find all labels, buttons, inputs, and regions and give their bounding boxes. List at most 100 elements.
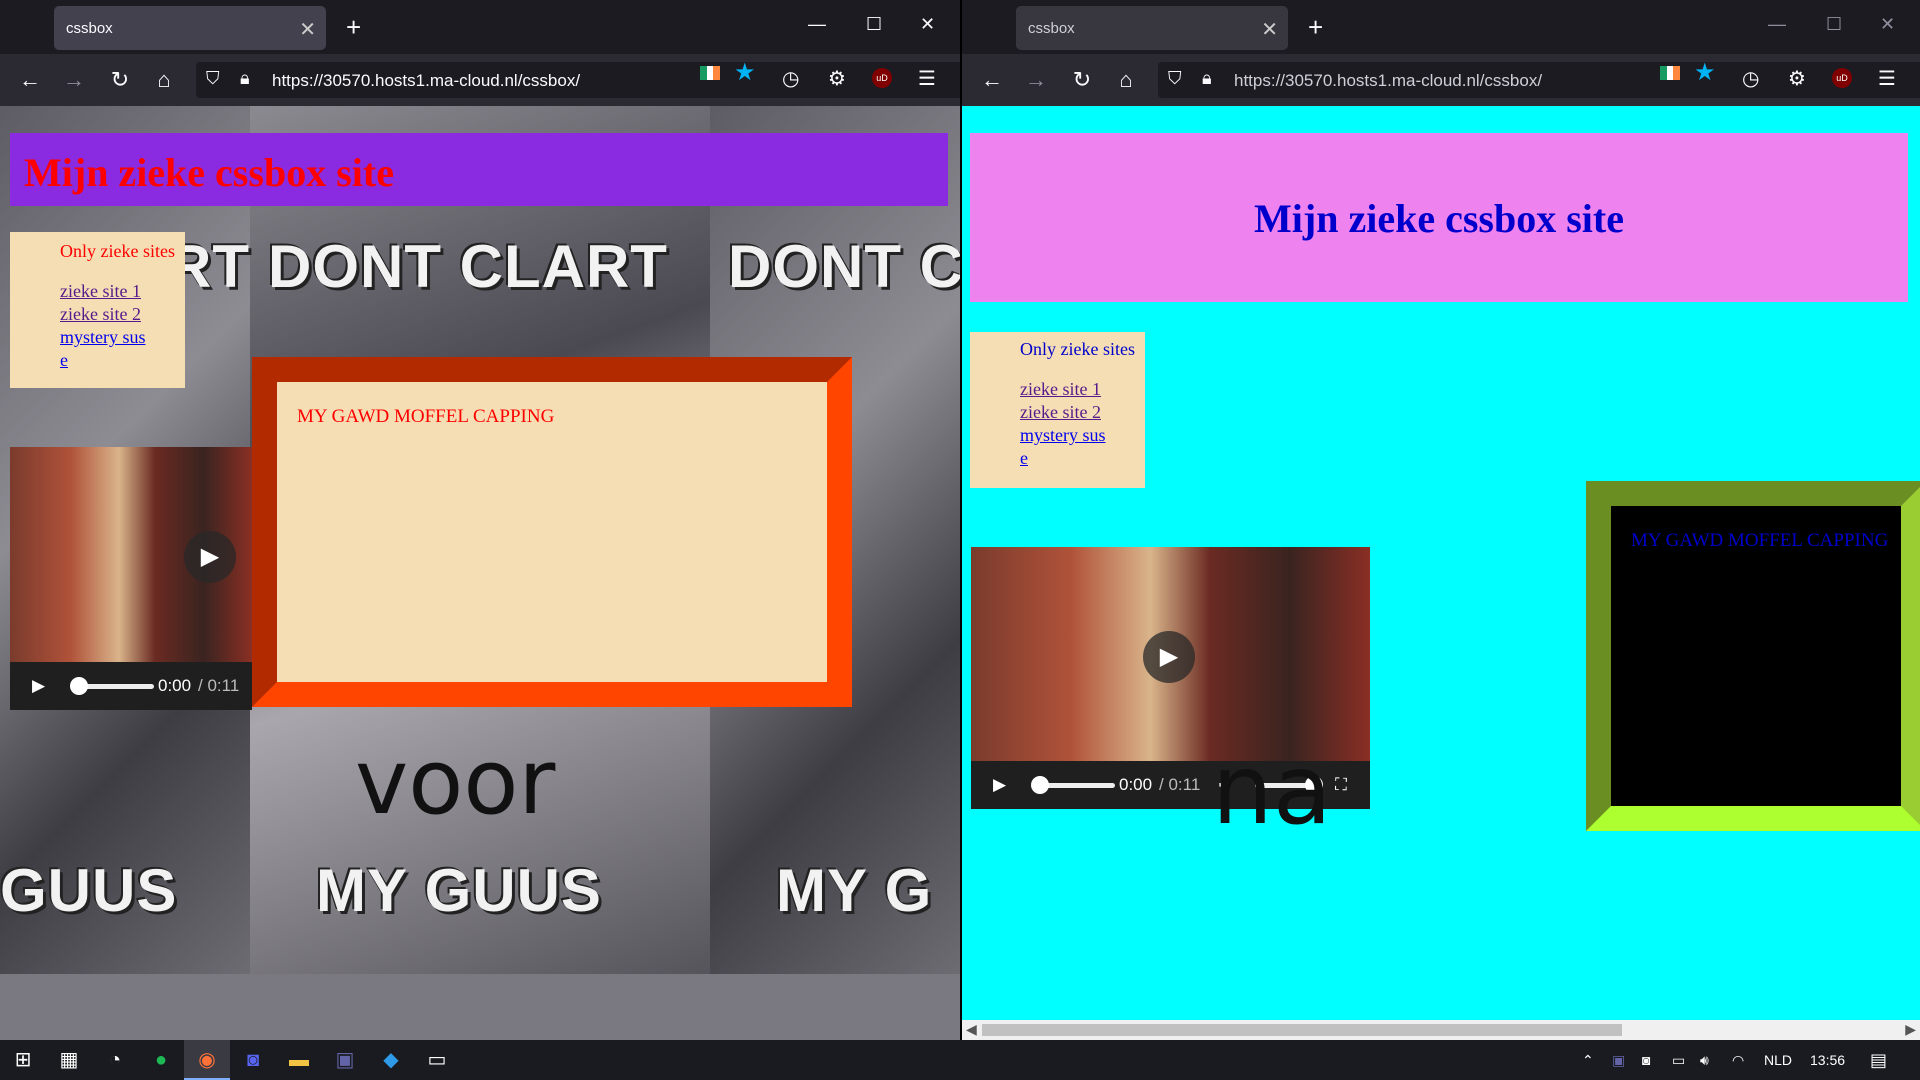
bookmark-star-icon[interactable]: ★ (1694, 58, 1716, 87)
firefox-icon[interactable]: ◉ (184, 1040, 230, 1080)
teams-tray-icon[interactable]: ▣ (1612, 1040, 1625, 1080)
nav-toolbar: ← → ↻ ⌂ ⛉ 🔒︎ https://30570.hosts1.ma-clo… (0, 54, 960, 106)
new-tab-button[interactable]: + (1308, 12, 1323, 42)
horizontal-scrollbar[interactable]: ◀ ▶ (962, 1020, 1920, 1040)
background-text: MY G (776, 857, 933, 924)
forward-icon[interactable]: → (62, 68, 86, 92)
reload-icon[interactable]: ↻ (108, 68, 132, 92)
new-tab-button[interactable]: + (346, 12, 361, 42)
close-window-button[interactable]: ✕ (1880, 14, 1895, 35)
steam-icon[interactable]: ◔ (92, 1040, 138, 1080)
battery-icon[interactable]: ▭ (1672, 1040, 1685, 1080)
fullscreen-icon[interactable]: ⛶ (1335, 775, 1347, 795)
sidebar: Only zieke sites zieke site 1 zieke site… (970, 332, 1145, 488)
video-controls: ▶ 0:00 / 0:11 (10, 662, 252, 710)
play-icon[interactable]: ▶ (32, 676, 45, 696)
shield-icon[interactable]: ⛉ (206, 68, 220, 89)
language-indicator[interactable]: NLD (1764, 1040, 1792, 1080)
terminal-icon[interactable]: ▭ (414, 1040, 460, 1080)
tab-title: cssbox (66, 20, 113, 37)
play-icon[interactable]: ▶ (993, 775, 1006, 795)
reload-icon[interactable]: ↻ (1070, 68, 1094, 92)
lock-icon[interactable]: 🔒︎ (240, 68, 250, 89)
tab-title: cssbox (1028, 20, 1075, 37)
sidebar-link-1[interactable]: zieke site 1 (60, 280, 185, 303)
flag-icon[interactable] (700, 66, 721, 80)
taskbar: ⊞ ▦ ◔ ● ◉ ◙ ▬ ▣ ◆ ▭ ⌃ ▣ ◙ ▭ 🔊︎ ◠ NLD 13:… (0, 1040, 1920, 1080)
home-icon[interactable]: ⌂ (152, 68, 176, 92)
sidebar-link-1[interactable]: zieke site 1 (1020, 378, 1145, 401)
discord-icon[interactable]: ◙ (230, 1040, 276, 1080)
bookmark-star-icon[interactable]: ★ (734, 58, 756, 87)
play-overlay-icon[interactable]: ▶ (1143, 631, 1195, 683)
menu-icon[interactable]: ☰ (918, 66, 936, 91)
tab-close-icon[interactable]: ✕ (1261, 17, 1278, 42)
url-text[interactable]: https://30570.hosts1.ma-cloud.nl/cssbox/ (1234, 71, 1542, 91)
seek-knob[interactable] (70, 677, 88, 695)
sidebar-link-3-cont[interactable]: e (1020, 447, 1145, 470)
video-player[interactable]: ▶ ▶ 0:00 / 0:11 (10, 447, 252, 710)
shield-icon[interactable]: ⛉ (1168, 68, 1182, 89)
history-icon[interactable]: ◷ (1742, 66, 1759, 91)
start-icon[interactable]: ⊞ (0, 1040, 46, 1080)
tab-cssbox[interactable]: cssbox ✕ (54, 6, 326, 50)
vscode-icon[interactable]: ◆ (368, 1040, 414, 1080)
tab-bar: cssbox ✕ + — ☐ ✕ (962, 0, 1920, 54)
sidebar: Only zieke sites zieke site 1 zieke site… (10, 232, 185, 388)
tab-close-icon[interactable]: ✕ (299, 17, 316, 42)
play-overlay-icon[interactable]: ▶ (184, 531, 236, 583)
page-content: Mijn zieke cssbox site Only zieke sites … (962, 106, 1920, 1040)
sidebar-link-2[interactable]: zieke site 2 (1020, 401, 1145, 424)
page-header: Mijn zieke cssbox site (970, 133, 1908, 302)
url-text[interactable]: https://30570.hosts1.ma-cloud.nl/cssbox/ (272, 71, 580, 91)
page-content: RT DONT CLART DONT C GUUS MY GUUS MY G M… (0, 106, 960, 1040)
lock-icon[interactable]: 🔒︎ (1202, 68, 1212, 89)
maximize-button[interactable]: ☐ (866, 14, 882, 35)
seek-knob[interactable] (1031, 776, 1049, 794)
scroll-left-icon[interactable]: ◀ (966, 1021, 977, 1038)
gear-icon[interactable]: ⚙ (1788, 66, 1806, 91)
sidebar-title: Only zieke sites (1020, 339, 1135, 359)
sidebar-link-3-cont[interactable]: e (60, 349, 185, 372)
sidebar-link-3[interactable]: mystery sus (60, 326, 185, 349)
nav-toolbar: ← → ↻ ⌂ ⛉ 🔒︎ https://30570.hosts1.ma-clo… (962, 54, 1920, 106)
gear-icon[interactable]: ⚙ (828, 66, 846, 91)
browser-window-left: cssbox ✕ + — ☐ ✕ ← → ↻ ⌂ ⛉ 🔒︎ https://30… (0, 0, 960, 1040)
tab-bar: cssbox ✕ + — ☐ ✕ (0, 0, 960, 54)
home-icon[interactable]: ⌂ (1114, 68, 1138, 92)
clock[interactable]: 13:56 (1810, 1040, 1845, 1080)
flag-icon[interactable] (1660, 66, 1681, 80)
sidebar-link-2[interactable]: zieke site 2 (60, 303, 185, 326)
content-box: MY GAWD MOFFEL CAPPING (252, 357, 852, 707)
sidebar-link-3[interactable]: mystery sus (1020, 424, 1145, 447)
maximize-button[interactable]: ☐ (1826, 14, 1842, 35)
scroll-right-icon[interactable]: ▶ (1905, 1021, 1916, 1038)
history-icon[interactable]: ◷ (782, 66, 799, 91)
big-word: voor (355, 730, 556, 835)
background-text: DONT C (728, 233, 960, 300)
page-title: Mijn zieke cssbox site (1254, 196, 1624, 241)
calculator-icon[interactable]: ▦ (46, 1040, 92, 1080)
file-explorer-icon[interactable]: ▬ (276, 1040, 322, 1080)
volume-tray-icon[interactable]: 🔊︎ (1700, 1040, 1709, 1080)
ublock-icon[interactable]: uD (1832, 68, 1852, 88)
menu-icon[interactable]: ☰ (1878, 66, 1896, 91)
teams-icon[interactable]: ▣ (322, 1040, 368, 1080)
spotify-icon[interactable]: ● (138, 1040, 184, 1080)
tab-cssbox[interactable]: cssbox ✕ (1016, 6, 1288, 50)
back-icon[interactable]: ← (18, 68, 42, 92)
ublock-icon[interactable]: uD (872, 68, 892, 88)
forward-icon[interactable]: → (1024, 68, 1048, 92)
notifications-icon[interactable]: ▤ (1870, 1040, 1887, 1080)
scrollbar-thumb[interactable] (982, 1024, 1622, 1036)
wifi-icon[interactable]: ◠ (1732, 1040, 1744, 1080)
close-window-button[interactable]: ✕ (920, 14, 935, 35)
tray-chevron-icon[interactable]: ⌃ (1582, 1040, 1594, 1080)
discord-tray-icon[interactable]: ◙ (1642, 1040, 1650, 1080)
sidebar-title: Only zieke sites (60, 241, 175, 261)
back-icon[interactable]: ← (980, 68, 1004, 92)
content-box: MY GAWD MOFFEL CAPPING (1586, 481, 1920, 831)
background-text: MY GUUS (316, 857, 602, 924)
minimize-button[interactable]: — (808, 14, 826, 35)
minimize-button[interactable]: — (1768, 14, 1786, 35)
